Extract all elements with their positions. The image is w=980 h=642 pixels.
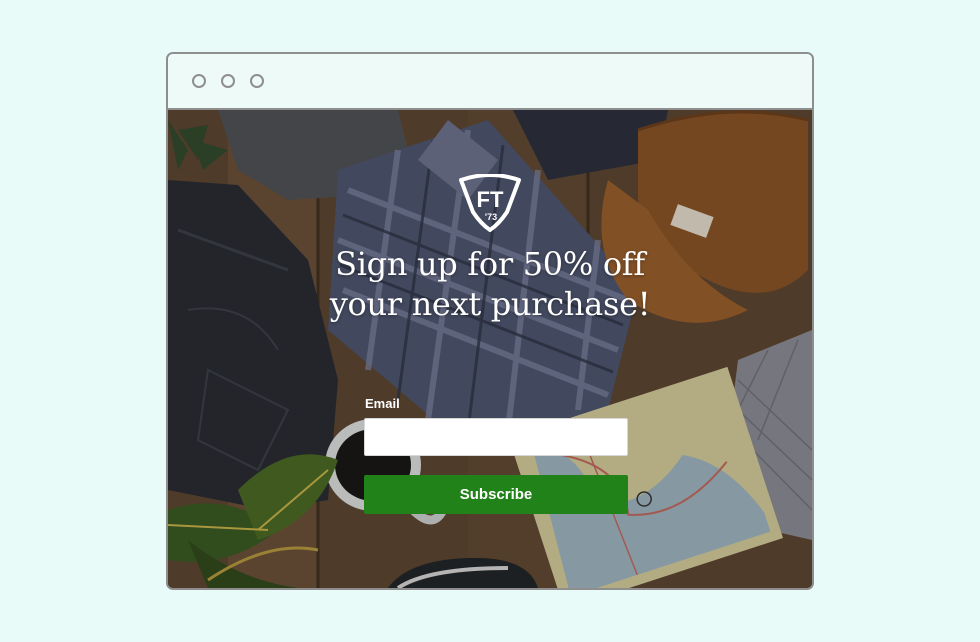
popup-headline: Sign up for 50% off your next purchase! xyxy=(168,244,812,324)
ft-logo-icon: FT '73 xyxy=(459,174,521,232)
window-control-circle-icon[interactable] xyxy=(221,74,235,88)
email-input[interactable] xyxy=(364,418,628,456)
svg-text:'73: '73 xyxy=(485,212,497,222)
svg-text:FT: FT xyxy=(477,187,504,212)
window-control-circle-icon[interactable] xyxy=(192,74,206,88)
headline-line-2: your next purchase! xyxy=(329,285,651,323)
email-label: Email xyxy=(365,396,400,411)
window-control-circle-icon[interactable] xyxy=(250,74,264,88)
signup-popup: FT '73 Sign up for 50% off your next pur… xyxy=(168,110,812,588)
headline-line-1: Sign up for 50% off xyxy=(335,245,645,283)
browser-window: FT '73 Sign up for 50% off your next pur… xyxy=(166,52,814,590)
subscribe-button[interactable]: Subscribe xyxy=(364,475,628,514)
browser-title-bar xyxy=(168,54,812,110)
